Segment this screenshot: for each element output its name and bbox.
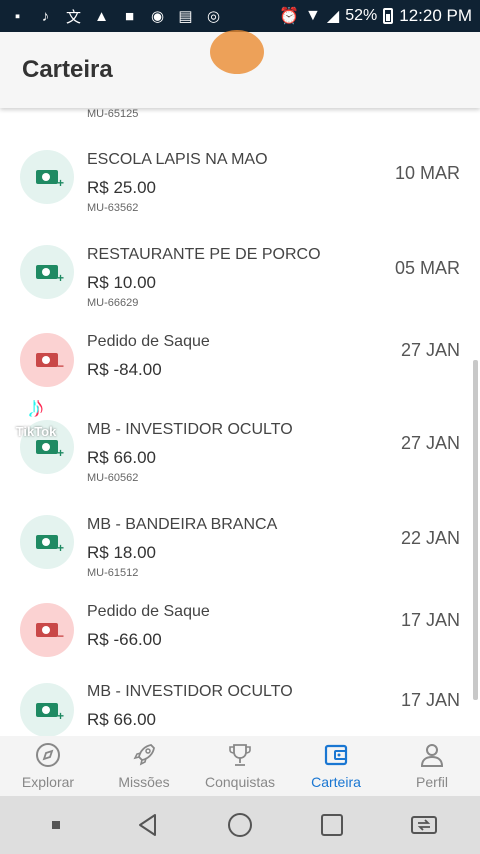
trophy-icon — [226, 742, 254, 768]
square-dot-icon[interactable] — [36, 805, 76, 845]
transaction-row[interactable]: + ESCOLA LAPIS NA MAO R$ 25.00 MU-63562 10 M… — [0, 143, 480, 233]
instagram-icon: ◎ — [206, 8, 221, 25]
transaction-name: Pedido de Saque — [87, 603, 210, 620]
money-withdraw-icon: − — [20, 333, 74, 387]
transaction-amount: R$ -66.00 — [87, 630, 162, 649]
transaction-date: 10 MAR — [394, 163, 460, 183]
money-deposit-icon: + — [20, 245, 74, 299]
touch-indicator — [210, 30, 264, 74]
app-icon: ▪ — [14, 7, 21, 25]
money-deposit-icon: + — [20, 683, 74, 736]
transaction-row[interactable]: − Pedido de Saque R$ -84.00 27 JAN — [0, 333, 480, 423]
money-deposit-icon: + — [20, 515, 74, 569]
transaction-row[interactable]: − Pedido de Saque R$ -66.00 17 JAN — [0, 603, 480, 693]
transaction-code: MU-66629 — [87, 297, 139, 309]
tiktok-icon: ♪ — [41, 7, 50, 25]
transaction-row[interactable]: + MB - INVESTIDOR OCULTO R$ 66.00 MU-60562 2… — [0, 413, 480, 503]
transaction-code: MU-60562 — [87, 472, 139, 484]
tiktok-logo-icon: ♪ — [28, 391, 44, 424]
nav-label: Perfil — [416, 774, 448, 790]
tiktok-watermark: ♪ TikTok — [8, 391, 64, 440]
nav-conquistas[interactable]: Conquistas — [192, 736, 288, 796]
recents-icon[interactable] — [312, 805, 352, 845]
nav-missoes[interactable]: Missões — [96, 736, 192, 796]
transaction-name: MB - INVESTIDOR OCULTO — [87, 421, 293, 438]
person-icon — [418, 742, 446, 768]
page-title: Carteira — [22, 56, 113, 83]
transaction-date: 17 JAN — [400, 610, 460, 630]
transaction-name: ESCOLA LAPIS NA MAO — [87, 151, 268, 168]
switch-apps-icon[interactable] — [404, 805, 444, 845]
transaction-name: Pedido de Saque — [87, 333, 210, 350]
battery-icon — [383, 8, 394, 24]
warning-icon: ▲ — [94, 7, 109, 25]
back-icon[interactable] — [128, 805, 168, 845]
transaction-list[interactable]: MU-65125 + ESCOLA LAPIS NA MAO R$ 25.00 MU-… — [0, 108, 480, 736]
home-icon[interactable] — [220, 805, 260, 845]
transaction-date: 27 JAN — [400, 433, 460, 453]
transaction-date: 17 JAN — [400, 690, 460, 710]
partial-transaction-code: MU-65125 — [87, 108, 139, 120]
transaction-amount: R$ 18.00 — [87, 543, 156, 562]
wifi-icon: ▼ — [305, 7, 321, 24]
transaction-date: 05 MAR — [394, 258, 460, 278]
system-navigation-bar — [0, 796, 480, 854]
coin-icon: ◉ — [150, 8, 165, 25]
nav-label: Carteira — [311, 774, 361, 790]
bottom-navigation: Explorar Missões Conquistas Carteira Per… — [0, 736, 480, 796]
notification-icons: ▪ ♪ 文 ▲ ■ ◉ ▤ ◎ — [8, 6, 223, 27]
compass-icon — [34, 742, 62, 768]
transaction-code: MU-63562 — [87, 202, 139, 214]
news-icon: ▤ — [178, 8, 193, 25]
transaction-name: MB - BANDEIRA BRANCA — [87, 516, 278, 533]
transaction-name: MB - INVESTIDOR OCULTO — [87, 683, 293, 700]
nav-label: Missões — [118, 774, 170, 790]
money-withdraw-icon: − — [20, 603, 74, 657]
nav-label: Conquistas — [204, 774, 276, 790]
clock: 12:20 PM — [399, 6, 472, 25]
battery-percent: 52% — [345, 7, 378, 24]
transaction-row[interactable]: + MB - INVESTIDOR OCULTO R$ 66.00 17 JAN — [0, 683, 480, 736]
scrollbar[interactable] — [473, 360, 478, 700]
nav-carteira[interactable]: Carteira — [288, 736, 384, 796]
transaction-row[interactable]: + MB - BANDEIRA BRANCA R$ 18.00 MU-61512 22 … — [0, 508, 480, 598]
rocket-icon — [130, 742, 158, 768]
transaction-date: 22 JAN — [400, 528, 460, 548]
tiktok-watermark-text: TikTok — [15, 424, 57, 439]
alarm-icon: ⏰ — [279, 8, 300, 25]
transaction-amount: R$ -84.00 — [87, 360, 162, 379]
translate-icon: 文 — [65, 8, 81, 26]
nav-label: Explorar — [21, 774, 75, 790]
wallet-icon — [322, 742, 350, 768]
transaction-row[interactable]: + RESTAURANTE PE DE PORCO R$ 10.00 MU-66629… — [0, 238, 480, 328]
transaction-name: RESTAURANTE PE DE PORCO — [87, 246, 321, 263]
nav-explorar[interactable]: Explorar — [0, 736, 96, 796]
transaction-amount: R$ 25.00 — [87, 178, 156, 197]
status-bar: ▪ ♪ 文 ▲ ■ ◉ ▤ ◎ ⏰ ▼ ◢ 52% 12:20 PM — [0, 0, 480, 32]
transaction-code: MU-61512 — [87, 567, 139, 579]
transaction-amount: R$ 66.00 — [87, 710, 156, 729]
money-deposit-icon: + — [20, 150, 74, 204]
camera-icon: ■ — [124, 7, 135, 25]
nav-perfil[interactable]: Perfil — [384, 736, 480, 796]
transaction-amount: R$ 10.00 — [87, 273, 156, 292]
transaction-amount: R$ 66.00 — [87, 448, 156, 467]
transaction-date: 27 JAN — [400, 340, 460, 360]
signal-icon: ◢ — [326, 8, 340, 25]
